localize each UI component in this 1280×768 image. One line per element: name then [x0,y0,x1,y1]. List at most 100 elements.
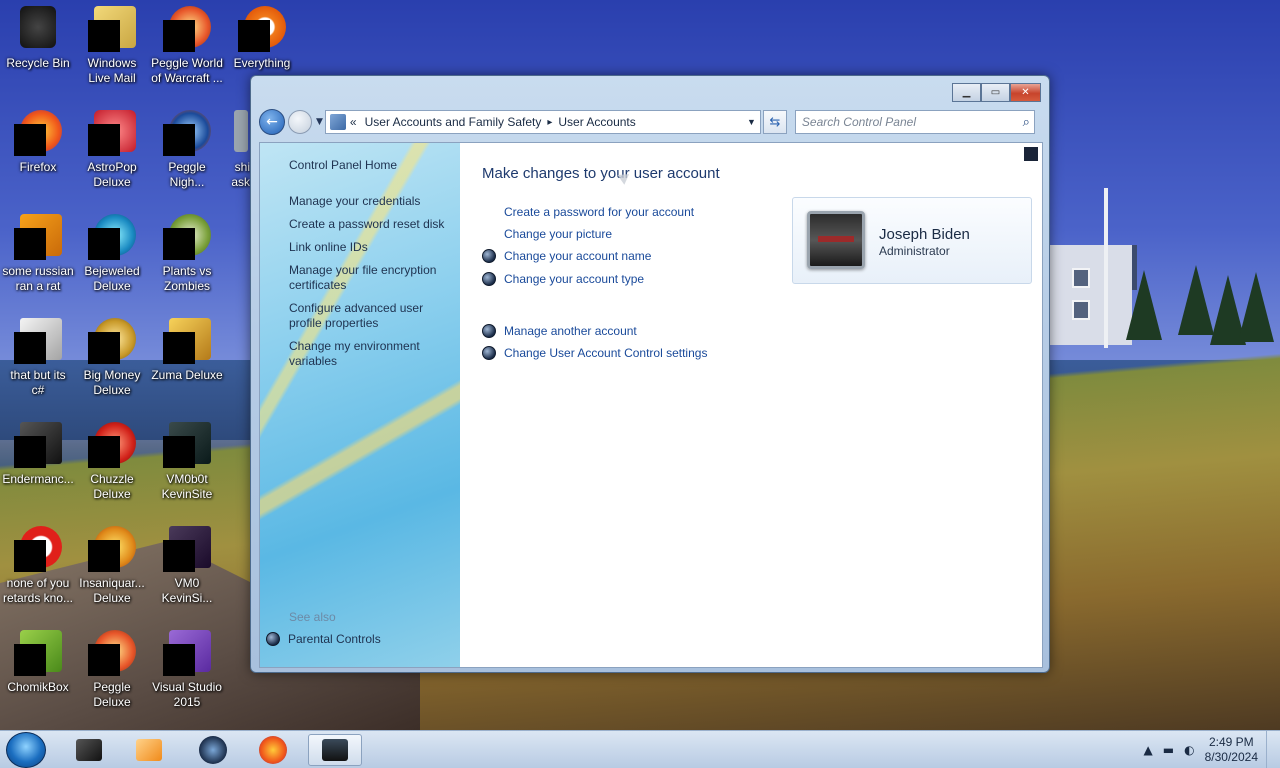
change-account-type-link[interactable]: Change your account type [504,272,644,286]
desktop-icon-label: ChomikBox [7,680,69,694]
address-dropdown-icon[interactable]: ▼ [747,117,756,127]
uac-settings-link[interactable]: Change User Account Control settings [504,346,707,360]
desktop-icon-insaniquarium-deluxe[interactable]: Insaniquar... Deluxe [74,526,150,606]
desktop-icon-label: Zuma Deluxe [151,368,223,382]
address-bar[interactable]: « User Accounts and Family Safety ▸ User… [324,110,761,134]
shield-icon [482,324,496,338]
desktop-icon-label: Everything [233,56,291,70]
desktop-icon-recycle-bin[interactable]: Recycle Bin [0,6,76,71]
change-account-name-link[interactable]: Change your account name [504,249,651,263]
create-password-link[interactable]: Create a password for your account [504,205,694,219]
desktop-icon-chomikbox[interactable]: ChomikBox [0,630,76,695]
redaction-block [88,124,120,156]
desktop-icon-label: Plants vs Zombies [162,264,212,293]
desktop-icon-label: Bejeweled Deluxe [84,264,140,293]
desktop-icon-label: Endermanc... [2,472,74,486]
desktop-icon-label: Big Money Deluxe [83,368,141,397]
avatar-graphic [818,236,854,242]
taskbar-item-browser[interactable] [186,734,240,766]
maximize-button[interactable]: ▭ [981,83,1010,102]
search-icon[interactable]: ⌕ [1023,114,1030,130]
link-online-ids-link[interactable]: Link online IDs [289,240,454,255]
forward-button[interactable] [288,110,312,134]
breadcrumb-overflow[interactable]: « [350,115,357,129]
taskbar-item-recycle[interactable] [62,734,116,766]
desktop-icon-label: none of you retards kno... [2,576,74,605]
environment-variables-link[interactable]: Change my environment variables [289,339,454,369]
close-button[interactable]: ✕ [1010,83,1041,102]
parental-controls-link[interactable]: Parental Controls [266,632,381,646]
desktop-icon-big-money-deluxe[interactable]: Big Money Deluxe [74,318,150,398]
control-panel-icon [322,739,348,761]
redaction-block [163,436,195,468]
desktop-icon-endermanch[interactable]: Endermanc... [0,422,76,487]
redaction-block [14,436,46,468]
redaction-block [88,540,120,572]
breadcrumb-user-accounts-family-safety[interactable]: User Accounts and Family Safety [365,115,542,129]
redaction-block [14,644,46,676]
desktop-icon-visual-studio-2015[interactable]: Visual Studio 2015 [149,630,225,710]
back-button[interactable]: ← [259,109,285,135]
desktop-icon-chuzzle-deluxe[interactable]: Chuzzle Deluxe [74,422,150,502]
desktop-icon-that-but-its-csharp[interactable]: that but its c# [0,318,76,398]
desktop-icon-plants-vs-zombies[interactable]: Plants vs Zombies [149,214,225,294]
show-hidden-icons[interactable]: ▲ [1144,743,1153,757]
help-button[interactable] [1024,147,1038,161]
content-area: Control Panel Home Manage your credentia… [259,142,1043,668]
password-reset-disk-link[interactable]: Create a password reset disk [289,217,454,232]
breadcrumb-separator[interactable]: ▸ [547,117,552,128]
user-name: Joseph Biden [879,226,970,243]
breadcrumb-user-accounts[interactable]: User Accounts [558,115,635,129]
redaction-block [163,20,195,52]
redaction-block [238,20,270,52]
search-input[interactable]: Search Control Panel ⌕ [794,110,1035,134]
volume-icon[interactable]: ◐ [1184,743,1194,757]
desktop-icon-none-of-you[interactable]: none of you retards kno... [0,526,76,606]
maximize-icon: ▭ [990,87,1001,98]
desktop-icon-vm0b0t-kevinsite[interactable]: VM0b0t KevinSite [149,422,225,502]
desktop-icon-label: Peggle Deluxe [93,680,131,709]
user-avatar[interactable] [807,211,865,269]
show-desktop-button[interactable] [1266,731,1280,768]
taskbar-item-control-panel[interactable] [308,734,362,766]
control-panel-home-link[interactable]: Control Panel Home [289,158,454,173]
user-accounts-window: ▁ ▭ ✕ ← ▼ « User Accounts and Family Saf… [250,75,1050,673]
redaction-block [163,332,195,364]
change-picture-link[interactable]: Change your picture [504,227,612,241]
minimize-button[interactable]: ▁ [952,83,981,102]
shield-icon [266,632,280,646]
desktop-icon-shi-ask[interactable]: shi ask [212,110,250,190]
advanced-profile-properties-link[interactable]: Configure advanced user profile properti… [289,301,454,331]
file-encryption-certificates-link[interactable]: Manage your file encryption certificates [289,263,454,293]
desktop-icon-peggle-deluxe[interactable]: Peggle Deluxe [74,630,150,710]
desktop-icon-windows-live-mail[interactable]: Windows Live Mail [74,6,150,86]
taskbar-item-firefox[interactable] [246,734,300,766]
desktop-icon-vm0-kevinsite[interactable]: VM0 KevinSi... [149,526,225,606]
redaction-block [88,644,120,676]
desktop-icon-bejeweled-deluxe[interactable]: Bejeweled Deluxe [74,214,150,294]
clock[interactable]: 2:49 PM 8/30/2024 [1205,735,1258,765]
shield-icon [482,249,496,263]
recent-pages-dropdown[interactable]: ▼ [316,117,323,127]
desktop-icon-everything[interactable]: Everything [224,6,300,71]
desktop-icon-peggle-world-of-warcraft[interactable]: Peggle World of Warcraft ... [149,6,225,86]
desktop-icon-some-russian-ran-a-rat[interactable]: some russian ran a rat [0,214,76,294]
desktop-icon-firefox[interactable]: Firefox [0,110,76,175]
page-title: Make changes to your user account [482,165,720,182]
file-icon [234,110,248,152]
desktop-icon-zuma-deluxe[interactable]: Zuma Deluxe [149,318,225,383]
desktop-icon-astropop-deluxe[interactable]: AstroPop Deluxe [74,110,150,190]
navigation-bar: ← ▼ « User Accounts and Family Safety ▸ … [259,108,1043,136]
network-icon[interactable]: ▬ [1163,743,1174,757]
start-button[interactable] [6,732,46,768]
manage-credentials-link[interactable]: Manage your credentials [289,194,454,209]
refresh-icon: ⇆ [769,114,781,130]
redaction-block [14,228,46,260]
close-icon: ✕ [1021,87,1030,98]
user-role: Administrator [879,244,950,258]
refresh-button[interactable]: ⇆ [762,110,787,134]
firefox-icon [259,736,287,764]
taskbar-item-media-player[interactable] [122,734,176,766]
globe-icon [199,736,227,764]
manage-another-account-link[interactable]: Manage another account [504,324,637,338]
